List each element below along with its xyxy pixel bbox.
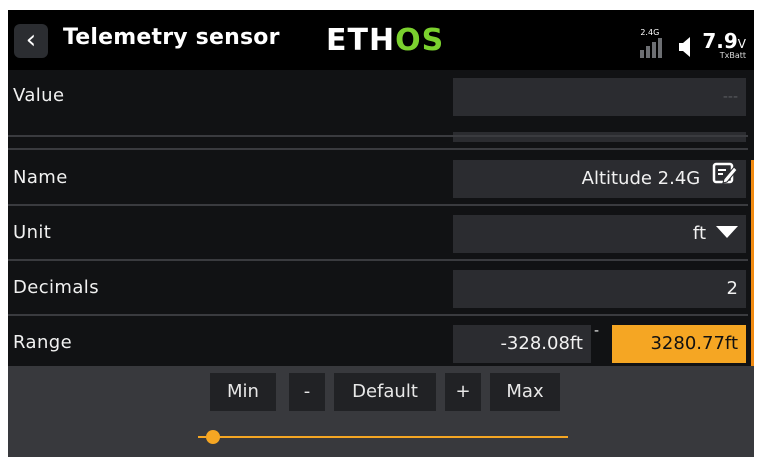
value-label: Value [13, 85, 65, 106]
name-field[interactable]: Altitude 2.4G [453, 160, 746, 198]
unit-label: Unit [13, 222, 52, 243]
decrement-button[interactable]: - [289, 373, 325, 411]
settings-list: Value --- Name Altitude 2.4G Unit ft Dec… [8, 70, 754, 371]
back-button[interactable]: ‹ [14, 24, 48, 58]
header-bar: ‹ Telemetry sensor ETH OS 2.4G 7.9V TxBa… [8, 10, 754, 70]
max-button[interactable]: Max [490, 373, 560, 411]
signal-band-label: 2.4G [640, 28, 660, 37]
decimals-label: Decimals [13, 277, 99, 298]
decimals-field[interactable]: 2 [453, 270, 746, 308]
range-label: Range [13, 332, 73, 353]
slider-tick [198, 436, 206, 438]
name-label: Name [13, 167, 68, 188]
signal-strength-icon: 2.4G [640, 28, 672, 60]
status-area: 2.4G 7.9V TxBatt [640, 22, 746, 60]
unit-dropdown[interactable]: ft [453, 215, 746, 253]
divider [8, 259, 748, 261]
partial-field [453, 132, 746, 142]
value-slider-knob[interactable] [206, 430, 220, 444]
row-name: Name Altitude 2.4G [8, 152, 754, 206]
page-title: Telemetry sensor [63, 25, 280, 50]
name-value: Altitude 2.4G [581, 168, 701, 189]
row-range: Range -328.08ft - 3280.77ft [8, 317, 754, 371]
divider [8, 148, 748, 150]
divider [8, 135, 748, 137]
divider [8, 314, 748, 316]
unit-value: ft [692, 223, 706, 244]
row-unit: Unit ft [8, 207, 754, 261]
value-field: --- [453, 78, 746, 116]
min-button[interactable]: Min [210, 373, 276, 411]
speaker-icon[interactable] [678, 34, 696, 60]
scrollbar[interactable] [751, 160, 754, 368]
row-value: Value --- [8, 70, 754, 124]
range-separator: - [594, 323, 600, 339]
increment-button[interactable]: + [445, 373, 481, 411]
range-max-field[interactable]: 3280.77ft [612, 325, 746, 363]
row-decimals: Decimals 2 [8, 262, 754, 316]
range-min-field[interactable]: -328.08ft [453, 325, 591, 363]
edit-icon [712, 160, 738, 198]
screen: ‹ Telemetry sensor ETH OS 2.4G 7.9V TxBa… [8, 10, 754, 457]
divider [8, 204, 748, 206]
chevron-left-icon: ‹ [25, 25, 37, 55]
value-editor-bar: Min - Default + Max [8, 366, 754, 457]
default-button[interactable]: Default [334, 373, 436, 411]
value-slider-track[interactable] [208, 436, 568, 438]
ethos-logo: ETH OS [326, 22, 445, 58]
dropdown-arrow-icon [716, 226, 738, 238]
battery-voltage: 7.9V TxBatt [702, 29, 746, 60]
